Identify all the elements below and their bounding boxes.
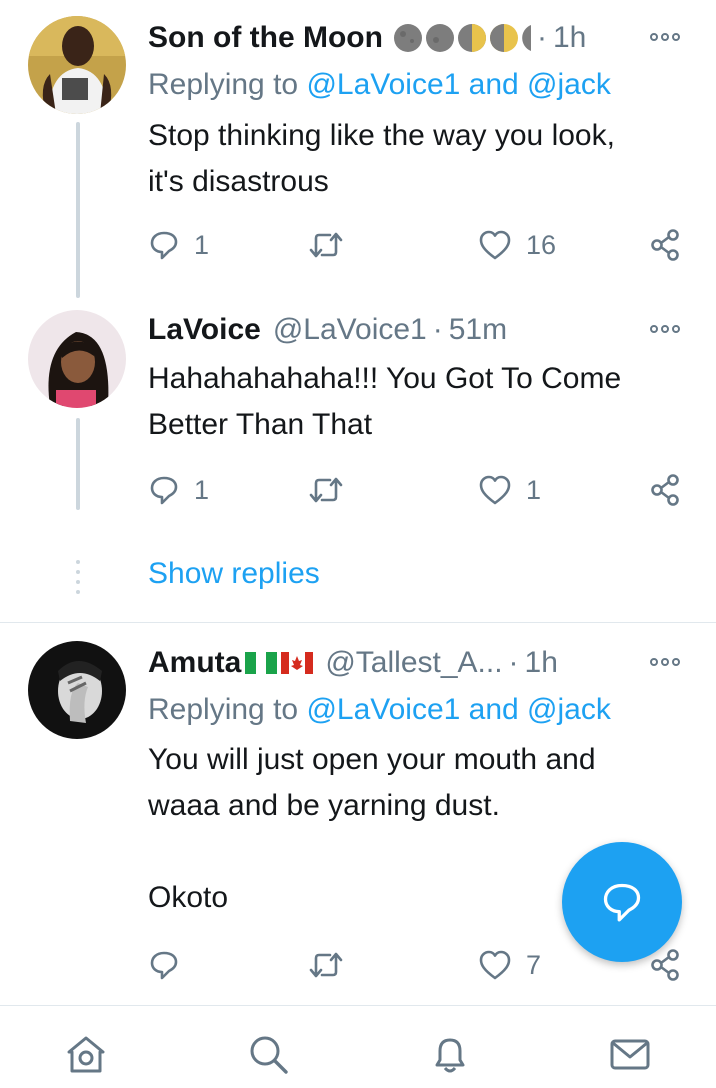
messages-icon [610,1039,650,1070]
retweet-icon [309,232,343,258]
replying-mentions[interactable]: @LaVoice1 and @jack [306,693,610,726]
tweet-actions: 1 1 [148,470,688,510]
more-options-icon[interactable] [648,318,682,340]
timestamp[interactable]: 1h [525,646,558,680]
retweet-icon [309,477,343,503]
tweet[interactable]: LaVoice @LaVoice1 · 51m Hahahahahaha!!! … [0,300,716,540]
show-replies-link[interactable]: Show replies [148,557,320,591]
retweet-button[interactable] [308,945,358,985]
retweet-button[interactable] [308,470,358,510]
more-options-icon[interactable] [648,651,682,673]
reply-icon [603,883,641,922]
more-options-icon[interactable] [648,26,682,48]
replying-to: Replying to @LaVoice1 and @jack [148,693,611,727]
reply-icon [150,951,178,980]
share-button[interactable] [648,470,682,510]
search-icon [250,1036,288,1074]
compose-reply-button[interactable] [562,842,682,962]
notifications-tab[interactable] [426,1030,474,1078]
reply-button[interactable]: 1 [148,470,209,510]
display-name[interactable]: LaVoice [148,313,261,347]
search-tab[interactable] [244,1030,292,1078]
retweet-button[interactable] [308,225,358,265]
user-handle[interactable]: @LaVoice1 [273,313,427,347]
tweet-header: LaVoice @LaVoice1 · 51m [148,310,686,350]
separator-dot: · [432,313,443,346]
display-name[interactable]: Amuta [148,646,241,680]
replying-prefix: Replying to [148,693,307,726]
like-button[interactable]: 7 [478,945,541,985]
timestamp[interactable]: 51m [449,313,507,347]
tweet-header: Son of the Moon · 1h [148,18,686,58]
like-count: 7 [526,949,542,980]
heart-icon [479,230,511,260]
notifications-icon [435,1038,465,1073]
reply-button[interactable] [148,945,194,985]
reply-icon [150,476,178,505]
timestamp[interactable]: 1h [553,21,586,55]
tweet[interactable]: Son of the Moon · 1h Replying to @LaVoic… [0,0,716,300]
tweet-actions: 1 16 [148,225,688,265]
separator-dot: · [508,646,519,679]
tweet-text: Hahahahahaha!!! You Got To Come Better T… [148,362,622,441]
thread-continuation-dots [76,560,80,594]
tweet-text: Stop thinking like the way you look, it'… [148,119,615,198]
avatar[interactable] [28,641,126,739]
like-button[interactable]: 16 [478,225,556,265]
replying-to: Replying to @LaVoice1 and @jack [148,68,611,102]
user-handle[interactable]: @Tallest_A... [325,646,502,680]
heart-icon [479,950,511,980]
avatar[interactable] [28,310,126,408]
tweet-header: Amuta @Tallest_A... · 1h [148,643,686,683]
display-name[interactable]: Son of the Moon [148,21,383,55]
bottom-navigation [0,1005,716,1088]
like-count: 16 [526,229,557,260]
share-button[interactable] [648,225,682,265]
like-count: 1 [526,474,542,505]
messages-tab[interactable] [606,1030,654,1078]
share-icon [651,229,679,261]
like-button[interactable]: 1 [478,470,541,510]
share-icon [651,474,679,506]
avatar[interactable] [28,16,126,114]
thread-line [76,418,80,510]
home-tab[interactable] [62,1030,110,1078]
heart-icon [479,475,511,505]
reply-count: 1 [194,229,210,260]
canada-flag-icon [281,652,314,674]
reply-icon [150,231,178,260]
replying-prefix: Replying to [148,68,307,101]
nigeria-flag-icon [245,652,278,674]
replying-mentions[interactable]: @LaVoice1 and @jack [306,68,610,101]
home-icon [67,1036,105,1073]
moon-emoji-icons [393,23,531,53]
retweet-icon [309,952,343,978]
thread-line [76,122,80,298]
reply-button[interactable]: 1 [148,225,209,265]
reply-count: 1 [194,474,210,505]
separator-dot: · [536,21,547,54]
